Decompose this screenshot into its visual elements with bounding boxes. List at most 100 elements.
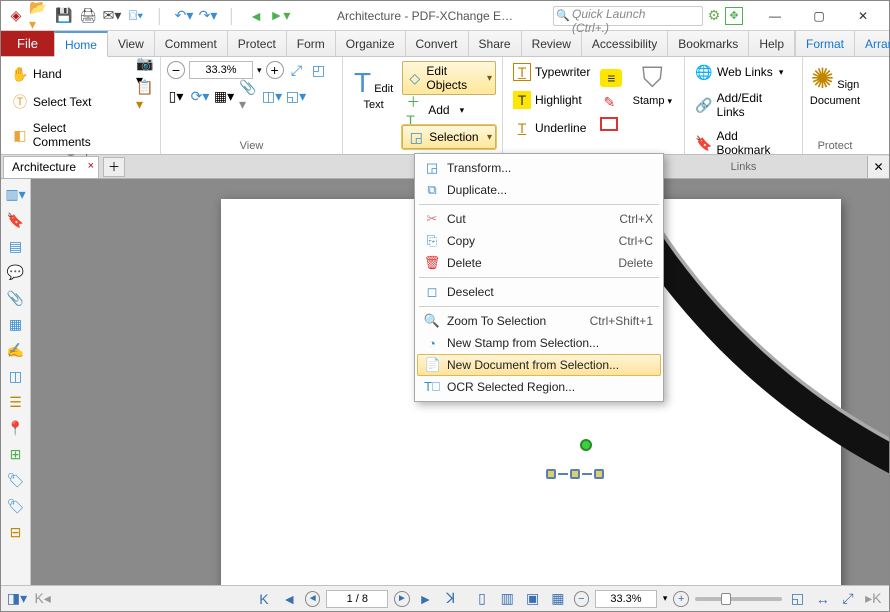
next-icon[interactable]: ►▾: [269, 5, 291, 27]
signatures-pane-icon[interactable]: ✍: [5, 339, 27, 361]
tag2-pane-icon[interactable]: 🏷: [5, 495, 27, 517]
doc-area-close-button[interactable]: ✕: [867, 156, 889, 178]
fit-page2-icon[interactable]: ⤢: [838, 589, 857, 609]
zoom-out-icon[interactable]: −: [167, 61, 185, 79]
tab-bookmarks[interactable]: Bookmarks: [668, 31, 749, 56]
thumbnails-pane-icon[interactable]: ▤: [5, 235, 27, 257]
add-bookmark-button[interactable]: 🔖Add Bookmark: [691, 127, 796, 159]
save-icon[interactable]: 💾: [53, 5, 75, 27]
tab-format[interactable]: Format: [795, 31, 855, 56]
tab-file[interactable]: File: [1, 31, 54, 56]
order-pane-icon[interactable]: ⊟: [5, 521, 27, 543]
fit-actual-icon[interactable]: ◱: [788, 589, 807, 609]
menu-zoom-selection[interactable]: 🔍Zoom To SelectionCtrl+Shift+1: [417, 310, 661, 332]
destinations-pane-icon[interactable]: 📍: [5, 417, 27, 439]
menu-copy[interactable]: ⎘CopyCtrl+C: [417, 230, 661, 252]
hand-tool[interactable]: ✋Hand: [7, 63, 130, 85]
zoom-slider[interactable]: [695, 597, 782, 601]
misc-view-icon[interactable]: ◱▾: [287, 87, 305, 105]
menu-deselect[interactable]: ◻Deselect: [417, 281, 661, 303]
status-zoom-out-icon[interactable]: −: [574, 591, 590, 607]
zoom-in-icon[interactable]: +: [266, 61, 284, 79]
menu-delete[interactable]: 🗑DeleteDelete: [417, 252, 661, 274]
grid-icon[interactable]: ◫▾: [263, 87, 281, 105]
web-links-button[interactable]: 🌐Web Links▾: [691, 61, 796, 83]
mail-icon[interactable]: ✉▾: [101, 5, 123, 27]
stamp-button[interactable]: ⛉ Stamp ▾: [628, 62, 676, 138]
pages-pane-icon[interactable]: ▦▾: [215, 87, 233, 105]
minimize-button[interactable]: —: [753, 2, 797, 30]
bookmarks-pane-icon[interactable]: 🔖: [5, 209, 27, 231]
tab-protect[interactable]: Protect: [228, 31, 287, 56]
note-icon[interactable]: ≡: [600, 69, 622, 87]
attach-icon[interactable]: 📎▾: [239, 87, 257, 105]
last-page-btn[interactable]: ꓘ: [441, 589, 460, 609]
select-text-tool[interactable]: ⓉSelect Text: [7, 91, 130, 113]
links-pane-icon[interactable]: ⊞: [5, 443, 27, 465]
prev-page-btn[interactable]: ◄: [280, 589, 299, 609]
clipboard-icon[interactable]: 📋▾: [136, 87, 154, 105]
zoom-dd-icon[interactable]: ▾: [257, 65, 262, 76]
rotation-handle[interactable]: [580, 439, 592, 451]
highlight-tool[interactable]: THighlight: [509, 89, 594, 111]
ui-options-icon[interactable]: ⚙: [703, 5, 725, 27]
doc-tab-close-icon[interactable]: ×: [88, 160, 94, 172]
fit-width2-icon[interactable]: ↔: [813, 589, 832, 609]
status-end-icon[interactable]: ▸K: [864, 589, 883, 609]
layout-cont-icon[interactable]: ▥: [498, 589, 517, 609]
prev-icon[interactable]: ◄: [245, 5, 267, 27]
rotate-icon[interactable]: ⟳▾: [191, 87, 209, 105]
next-view-btn[interactable]: ►: [394, 591, 410, 607]
tab-accessibility[interactable]: Accessibility: [582, 31, 668, 56]
tab-comment[interactable]: Comment: [155, 31, 228, 56]
tab-arrange[interactable]: Arrange: [855, 31, 890, 56]
menu-transform[interactable]: ◲Transform...: [417, 157, 661, 179]
first-page-icon[interactable]: K◂: [33, 589, 52, 609]
sign-document-button[interactable]: ✺ Sign Document: [809, 62, 861, 138]
add-dropdown[interactable]: ＋TAdd▾: [402, 99, 496, 121]
selection-dropdown[interactable]: ◲Selection: [402, 125, 496, 149]
menu-ocr[interactable]: T⎕OCR Selected Region...: [417, 376, 661, 398]
next-page-btn[interactable]: ►: [416, 589, 435, 609]
one-page-icon[interactable]: ▯▾: [167, 87, 185, 105]
sidebar-options-icon[interactable]: ▥▾: [5, 183, 27, 205]
menu-new-stamp[interactable]: ◔New Stamp from Selection...: [417, 332, 661, 354]
status-zoom-input[interactable]: 33.3%: [595, 590, 657, 608]
tab-share[interactable]: Share: [469, 31, 522, 56]
tags-pane-icon[interactable]: 🏷: [5, 469, 27, 491]
pencil-icon[interactable]: ✎: [600, 93, 618, 111]
layout-facing2-icon[interactable]: ▦: [548, 589, 567, 609]
selection-handles[interactable]: [546, 469, 604, 479]
status-options-icon[interactable]: ◨▾: [7, 589, 27, 609]
redo-icon[interactable]: ↷▾: [197, 5, 219, 27]
tab-form[interactable]: Form: [287, 31, 336, 56]
select-comments-tool[interactable]: ◧Select Comments: [7, 119, 130, 151]
status-zoom-in-icon[interactable]: +: [673, 591, 689, 607]
typewriter-tool[interactable]: T̲Typewriter: [509, 61, 594, 83]
layers-pane-icon[interactable]: ◫: [5, 365, 27, 387]
layout-facing-icon[interactable]: ▣: [523, 589, 542, 609]
edit-objects-dropdown[interactable]: ◇Edit Objects: [402, 61, 496, 95]
fields-pane-icon[interactable]: ▦: [5, 313, 27, 335]
scan-icon[interactable]: ⌼▾: [125, 5, 147, 27]
doc-tab-architecture[interactable]: Architecture ×: [3, 156, 99, 178]
tab-convert[interactable]: Convert: [406, 31, 469, 56]
quick-launch-input[interactable]: Quick Launch (Ctrl+.): [553, 6, 703, 26]
prev-view-btn[interactable]: ◄: [305, 591, 321, 607]
underline-tool[interactable]: TUnderline: [509, 117, 594, 139]
print-icon[interactable]: 🖨: [77, 5, 99, 27]
fullscreen-icon[interactable]: ✥: [725, 7, 743, 25]
tab-help[interactable]: Help: [749, 31, 795, 56]
maximize-button[interactable]: ▢: [797, 2, 841, 30]
tab-review[interactable]: Review: [522, 31, 582, 56]
first-page-btn[interactable]: K: [254, 589, 273, 609]
add-doc-tab-button[interactable]: ＋: [103, 157, 125, 177]
undo-icon[interactable]: ↶▾: [173, 5, 195, 27]
comments-pane-icon[interactable]: 💬: [5, 261, 27, 283]
tab-organize[interactable]: Organize: [336, 31, 406, 56]
zoom-slider-thumb[interactable]: [721, 593, 731, 605]
menu-duplicate[interactable]: ⧉Duplicate...: [417, 179, 661, 201]
tab-home[interactable]: Home: [54, 31, 108, 57]
fit-width-icon[interactable]: ⤢: [288, 61, 306, 79]
fit-page-icon[interactable]: ◰: [310, 61, 328, 79]
